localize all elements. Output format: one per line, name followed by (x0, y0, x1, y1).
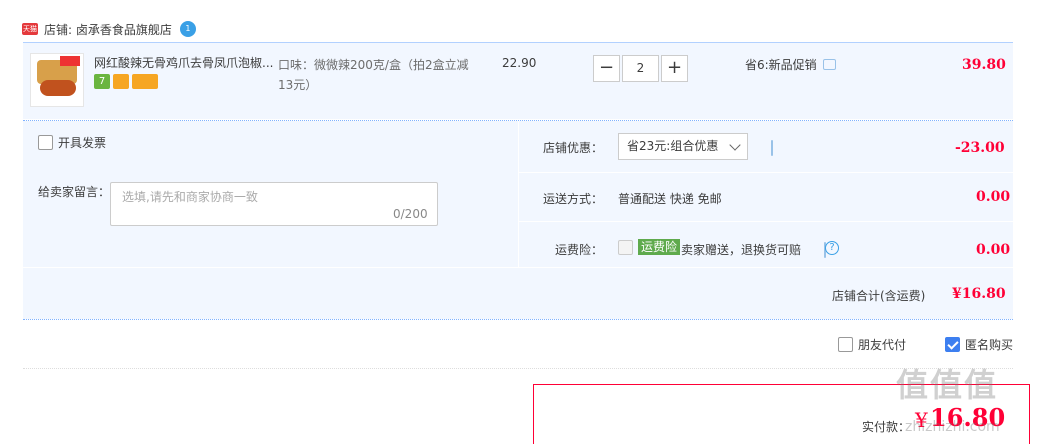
store-name[interactable]: 店铺: 卤承香食品旗舰店 (44, 21, 172, 38)
credit-card-icon[interactable] (132, 74, 158, 89)
comment-icon[interactable] (771, 140, 773, 156)
qty-input[interactable]: 2 (622, 55, 659, 82)
comment-icon[interactable] (822, 59, 836, 70)
invoice-label: 开具发票 (58, 136, 107, 150)
anonymous-checkbox[interactable] (945, 337, 960, 352)
promotion-text: 省6:新品促销 (745, 58, 817, 72)
item-promotion: 省6:新品促销 (745, 56, 836, 73)
shipping-method: 普通配送 快递 免邮 (618, 192, 722, 206)
guarantee-icon[interactable] (113, 74, 129, 89)
friend-pay-checkbox[interactable] (838, 337, 853, 352)
watermark-url: zhizhizhi.com (905, 419, 1000, 435)
quantity-stepper: − 2 + (593, 55, 688, 82)
anonymous-option[interactable]: 匿名购买 (945, 336, 1013, 353)
product-image-tag (60, 56, 80, 66)
store-total-label: 店铺合计(含运费) (832, 289, 926, 303)
chevron-down-icon (729, 139, 741, 151)
message-char-count: 0/200 (393, 207, 428, 221)
insurance-badge: 运费险 (638, 239, 681, 255)
divider (519, 221, 1013, 222)
qty-plus-button[interactable]: + (661, 55, 688, 82)
qty-minus-button[interactable]: − (593, 55, 620, 82)
invoice-option[interactable]: 开具发票 (38, 134, 106, 151)
shipping-value: 0.00 (976, 189, 1011, 205)
invoice-checkbox[interactable] (38, 135, 53, 150)
store-header: 天猫 店铺: 卤承香食品旗舰店 1 (22, 18, 196, 40)
discount-value: -23.00 (955, 140, 1005, 156)
help-icon[interactable]: ? (825, 241, 839, 255)
divider (23, 319, 1013, 320)
insurance-checkbox (618, 240, 633, 255)
discount-select[interactable]: 省23元:组合优惠 (618, 133, 748, 160)
insurance-text: 卖家赠送，退换货可赔 (681, 243, 802, 257)
discount-label: 店铺优惠： (543, 141, 604, 155)
product-image-food (40, 80, 76, 96)
service-badges: 7 (94, 74, 158, 89)
shipping-label: 运送方式： (543, 192, 604, 206)
anonymous-label: 匿名购买 (965, 338, 1014, 352)
item-subtotal: 39.80 (962, 57, 1006, 73)
message-label: 给卖家留言： (38, 185, 111, 199)
seven-day-return-icon[interactable]: 7 (94, 74, 110, 89)
tmall-logo-icon: 天猫 (22, 23, 38, 35)
wangwang-icon[interactable]: 1 (179, 21, 196, 37)
divider (519, 172, 1013, 173)
insurance-label: 运费险： (555, 243, 604, 257)
unit-price: 22.90 (502, 56, 537, 70)
pay-label: 实付款： (862, 420, 911, 434)
divider (23, 368, 1013, 369)
discount-selected: 省23元:组合优惠 (627, 139, 719, 153)
friend-pay-option[interactable]: 朋友代付 (838, 336, 906, 353)
watermark-logo: 值值值 (896, 366, 999, 404)
product-sku: 口味：微微辣200克/盒（拍2盒立减13元） (278, 58, 469, 92)
store-total-value: ¥16.80 (952, 286, 1006, 302)
friend-pay-label: 朋友代付 (858, 338, 907, 352)
product-title-link[interactable]: 网红酸辣无骨鸡爪去骨凤爪泡椒... (94, 54, 274, 71)
message-placeholder: 选填,请先和商家协商一致 (122, 190, 258, 204)
insurance-value: 0.00 (976, 242, 1011, 258)
